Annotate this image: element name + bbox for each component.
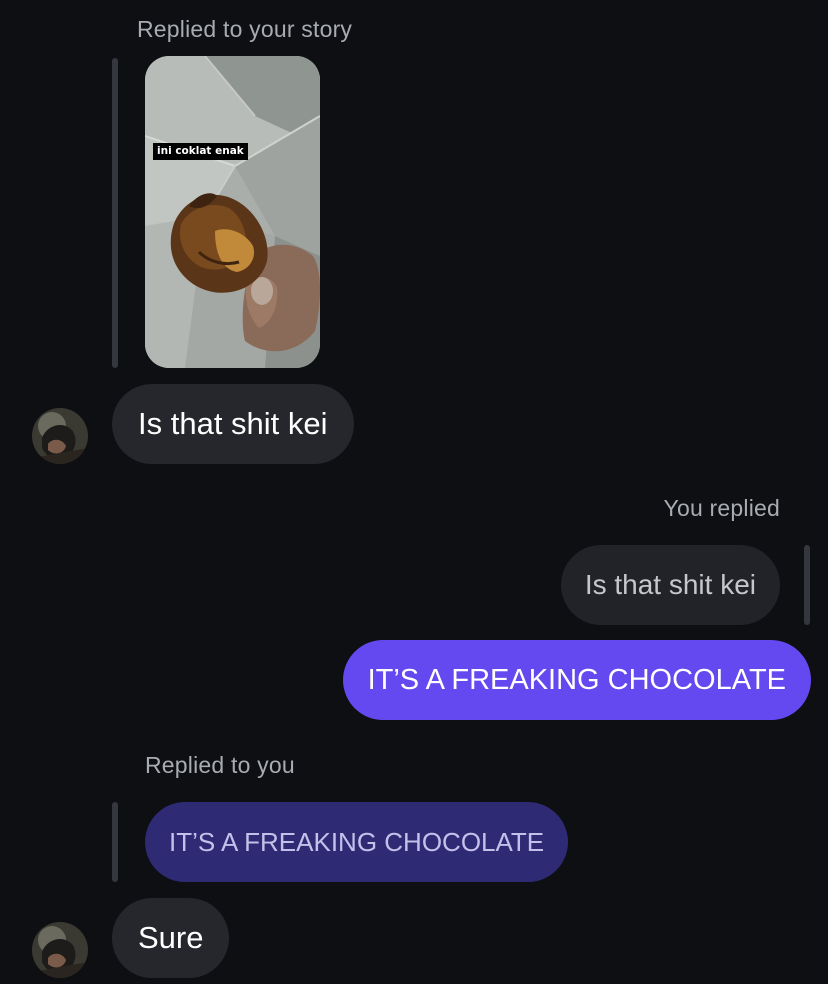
- contact-avatar[interactable]: [32, 408, 88, 464]
- you-replied-label: You replied: [663, 495, 780, 521]
- reply-quote-bar: [112, 802, 118, 882]
- incoming-message[interactable]: Is that shit kei: [112, 384, 354, 464]
- reply-quote-bar: [804, 545, 810, 625]
- avatar-image: [32, 922, 88, 978]
- replied-to-you-label: Replied to you: [145, 752, 295, 778]
- story-image: [145, 56, 320, 368]
- quoted-message[interactable]: Is that shit kei: [560, 545, 780, 625]
- avatar-image: [32, 408, 88, 464]
- incoming-message[interactable]: Sure: [112, 898, 230, 978]
- story-thumbnail[interactable]: ini coklat enak: [145, 56, 320, 368]
- chat-thread: Replied to your story ini coklat enak Is…: [0, 0, 828, 984]
- contact-avatar[interactable]: [32, 922, 88, 978]
- reply-quote-bar: [112, 58, 118, 368]
- story-caption: ini coklat enak: [153, 143, 248, 160]
- outgoing-message[interactable]: IT’S A FREAKING CHOCOLATE: [342, 640, 811, 720]
- story-reply-label: Replied to your story: [137, 16, 353, 42]
- quoted-message[interactable]: IT’S A FREAKING CHOCOLATE: [145, 802, 569, 882]
